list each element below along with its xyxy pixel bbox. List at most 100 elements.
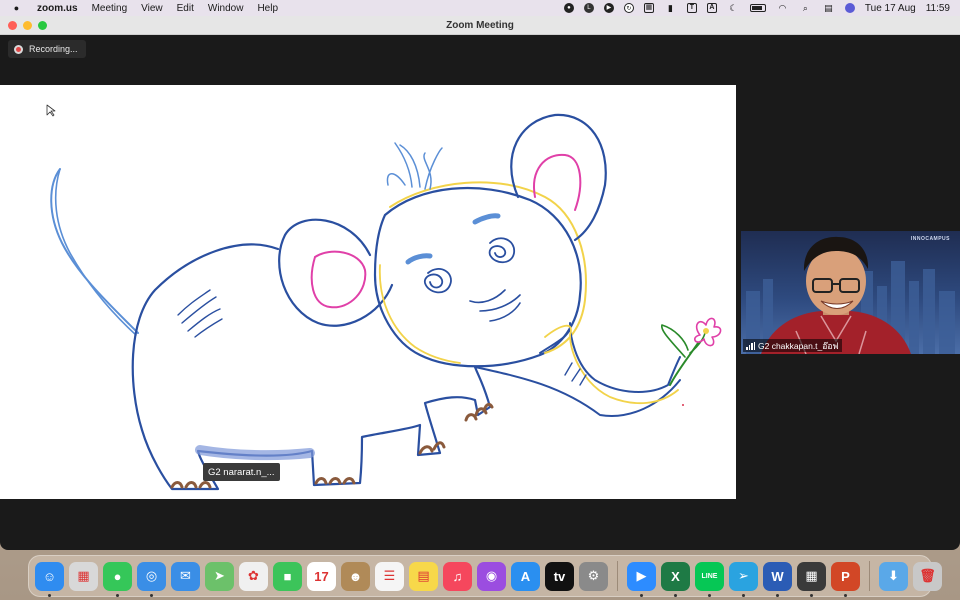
dock-item-podcasts[interactable]: ◉ xyxy=(477,561,506,591)
dock-item-safari[interactable]: ◎ xyxy=(137,561,166,597)
menu-bar: ● zoom.us Meeting View Edit Window Help … xyxy=(0,0,960,16)
record-icon[interactable]: ● xyxy=(563,3,574,13)
dock-item-finder[interactable]: ☺ xyxy=(35,561,64,597)
contacts-icon: ☻ xyxy=(341,561,370,591)
whiteboard-canvas[interactable] xyxy=(0,85,736,499)
mail-icon: ✉ xyxy=(171,561,200,591)
line-icon: LINE xyxy=(695,561,724,591)
dock-item-notes[interactable]: ▤ xyxy=(409,561,438,591)
dock-item-app-store[interactable]: A xyxy=(511,561,540,591)
dock-item-word[interactable]: W xyxy=(763,561,792,597)
calculator-icon: ▦ xyxy=(797,561,826,591)
safari-icon: ◎ xyxy=(137,561,166,591)
apple-tv-icon: tv xyxy=(545,561,574,591)
dock: ☺ ▦ ● ◎ ✉ ➤ ✿ ■ 17 ☻ ☰ ▤ ♫ ◉ Atv ⚙ ▶ X LINE ➢ W ▦ P ⬇ 🗑 xyxy=(28,555,942,597)
running-indicator xyxy=(776,593,779,597)
menu-date[interactable]: Tue 17 Aug xyxy=(865,3,916,14)
menu-window[interactable]: Window xyxy=(208,3,244,14)
trunk-outline xyxy=(539,322,681,393)
ear-right-inner xyxy=(533,153,582,211)
messages-icon: ● xyxy=(103,561,132,591)
running-indicator xyxy=(810,593,813,597)
dock-item-reminders[interactable]: ☰ xyxy=(375,561,404,591)
bell-icon[interactable]: ▮ xyxy=(664,3,677,14)
downloads-icon: ⬇ xyxy=(879,561,908,591)
system-preferences-icon: ⚙ xyxy=(579,561,608,591)
flower-center xyxy=(703,328,709,334)
dock-item-telegram[interactable]: ➢ xyxy=(729,561,758,597)
music-icon: ♫ xyxy=(443,561,472,591)
toenails-front-right xyxy=(464,402,494,422)
podcasts-icon: ◉ xyxy=(477,561,506,591)
dock-item-powerpoint[interactable]: P xyxy=(831,561,860,597)
dock-item-calculator[interactable]: ▦ xyxy=(797,561,826,597)
participant-name-label: G2 chakkapan.t_อ๊อฟ xyxy=(743,339,842,352)
menu-time[interactable]: 11:59 xyxy=(926,3,950,14)
eye-left xyxy=(424,268,452,294)
dock-item-trash[interactable]: 🗑 xyxy=(913,561,942,591)
dock-item-zoom[interactable]: ▶ xyxy=(627,561,656,597)
record-icon xyxy=(14,44,23,54)
fullscreen-window-button[interactable] xyxy=(38,21,47,30)
line-icon[interactable]: L xyxy=(583,3,594,13)
dock-item-mail[interactable]: ✉ xyxy=(171,561,200,591)
control-center-icon[interactable]: ▤ xyxy=(822,3,835,14)
participant-name: G2 chakkapan.t_อ๊อฟ xyxy=(758,340,839,351)
dock-item-messages[interactable]: ● xyxy=(103,561,132,597)
menu-edit[interactable]: Edit xyxy=(177,3,194,14)
wifi-icon[interactable]: ◠ xyxy=(776,3,789,14)
zoom-icon: ▶ xyxy=(627,561,656,591)
belly-shadow xyxy=(195,445,315,461)
close-window-button[interactable] xyxy=(8,21,17,30)
window-title: Zoom Meeting xyxy=(446,19,514,31)
dock-item-downloads[interactable]: ⬇ xyxy=(879,561,908,591)
dock-item-launchpad[interactable]: ▦ xyxy=(69,561,98,591)
hair-strokes xyxy=(386,142,443,190)
calendar-icon[interactable]: ▦ xyxy=(643,3,654,13)
eyebrow-left xyxy=(405,253,433,265)
menu-meeting[interactable]: Meeting xyxy=(92,3,128,14)
dock-item-excel[interactable]: X xyxy=(661,561,690,597)
text-icon[interactable]: T xyxy=(686,3,697,13)
dock-item-system-preferences[interactable]: ⚙ xyxy=(579,561,608,591)
running-indicator xyxy=(150,593,153,597)
photos-icon: ✿ xyxy=(239,561,268,591)
battery-icon[interactable] xyxy=(749,4,766,12)
title-bar[interactable]: Zoom Meeting xyxy=(0,16,960,35)
menu-help[interactable]: Help xyxy=(257,3,278,14)
refresh-icon[interactable]: ↻ xyxy=(623,3,634,13)
dock-item-facetime[interactable]: ■ xyxy=(273,561,302,591)
dock-item-calendar[interactable]: 17 xyxy=(307,561,336,591)
dock-item-maps[interactable]: ➤ xyxy=(205,561,234,591)
signal-strength-icon xyxy=(746,341,755,350)
running-indicator xyxy=(116,593,119,597)
reminders-icon: ☰ xyxy=(375,561,404,591)
menu-app-name[interactable]: zoom.us xyxy=(37,3,78,14)
running-indicator xyxy=(48,593,51,597)
dock-item-apple-tv[interactable]: tv xyxy=(545,561,574,591)
running-indicator xyxy=(742,593,745,597)
minimize-window-button[interactable] xyxy=(23,21,32,30)
menu-view[interactable]: View xyxy=(141,3,163,14)
finder-icon: ☺ xyxy=(35,561,64,591)
siri-icon[interactable] xyxy=(844,3,855,13)
recording-label: Recording... xyxy=(29,44,78,54)
dock-item-music[interactable]: ♫ xyxy=(443,561,472,591)
apple-icon[interactable]: ● xyxy=(10,3,23,14)
window-controls xyxy=(8,21,47,30)
search-icon[interactable]: ⌕ xyxy=(799,3,812,14)
airdrop-icon[interactable]: A xyxy=(706,3,717,13)
participant-video-tile[interactable]: INNOCAMPUS G2 chakkapan.t_อ๊อฟ xyxy=(741,231,960,354)
running-indicator xyxy=(674,593,677,597)
recording-indicator[interactable]: Recording... xyxy=(8,40,86,58)
mouth-strokes xyxy=(469,289,521,322)
zoom-window: Zoom Meeting Recording... G2 nararat.n_.… xyxy=(0,16,960,550)
running-indicator xyxy=(708,593,711,597)
head-highlight xyxy=(389,181,587,354)
moon-icon[interactable]: ☾ xyxy=(727,3,740,14)
dock-item-contacts[interactable]: ☻ xyxy=(341,561,370,591)
dock-item-line[interactable]: LINE xyxy=(695,561,724,597)
app-store-icon: A xyxy=(511,561,540,591)
dock-item-photos[interactable]: ✿ xyxy=(239,561,268,591)
zoom-icon[interactable]: ▶ xyxy=(603,3,614,13)
